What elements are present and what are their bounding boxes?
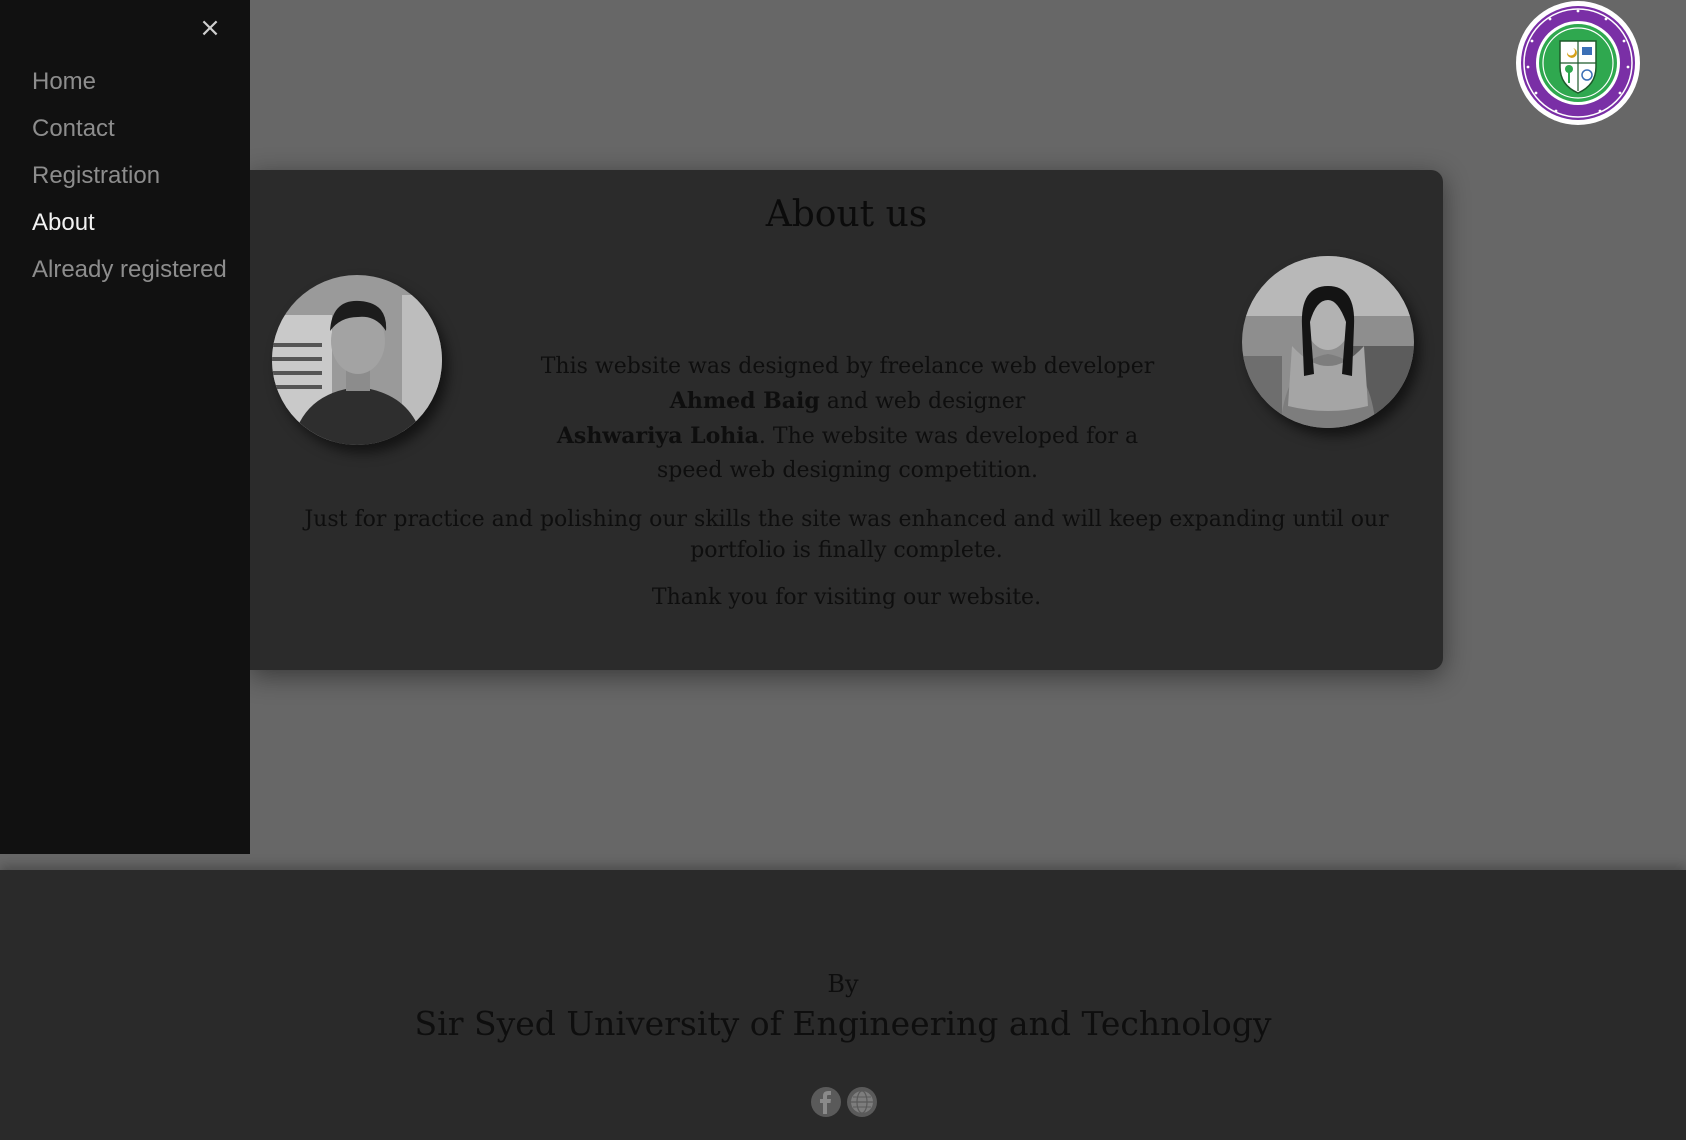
about-card: About us This website was designed by fr… <box>250 170 1443 670</box>
social-links <box>810 1086 878 1118</box>
seal-icon <box>1518 3 1638 123</box>
close-icon[interactable]: × <box>196 12 224 44</box>
intro-mid: and web designer <box>819 389 1026 414</box>
website-icon[interactable] <box>846 1086 878 1118</box>
intro-paragraph: This website was designed by freelance w… <box>530 350 1165 488</box>
designer-photo <box>1242 256 1414 428</box>
intro-line1: This website was designed by freelance w… <box>540 354 1155 379</box>
sidebar-item-already-registered[interactable]: Already registered <box>32 254 232 286</box>
footer-university-name: Sir Syed University of Engineering and T… <box>414 1004 1272 1043</box>
developer-name: Ahmed Baig <box>669 388 820 414</box>
page-title: About us <box>765 194 928 235</box>
sidebar-nav: × Home Contact Registration About Alread… <box>0 0 250 854</box>
footer-by-label: By <box>827 970 859 998</box>
sidebar-item-registration[interactable]: Registration <box>32 160 232 192</box>
designer-name: Ashwariya Lohia <box>556 423 759 449</box>
facebook-icon[interactable] <box>810 1086 842 1118</box>
sidebar-item-about[interactable]: About <box>32 207 232 239</box>
university-logo[interactable] <box>1516 1 1640 125</box>
nav-list: Home Contact Registration About Already … <box>32 66 232 301</box>
thanks-paragraph: Thank you for visiting our website. <box>651 585 1042 610</box>
developer-avatar <box>272 275 442 445</box>
sidebar-item-contact[interactable]: Contact <box>32 113 232 145</box>
sidebar-item-home[interactable]: Home <box>32 66 232 98</box>
designer-avatar <box>1242 256 1414 428</box>
developer-photo <box>272 275 442 445</box>
practice-paragraph: Just for practice and polishing our skil… <box>304 507 1389 563</box>
